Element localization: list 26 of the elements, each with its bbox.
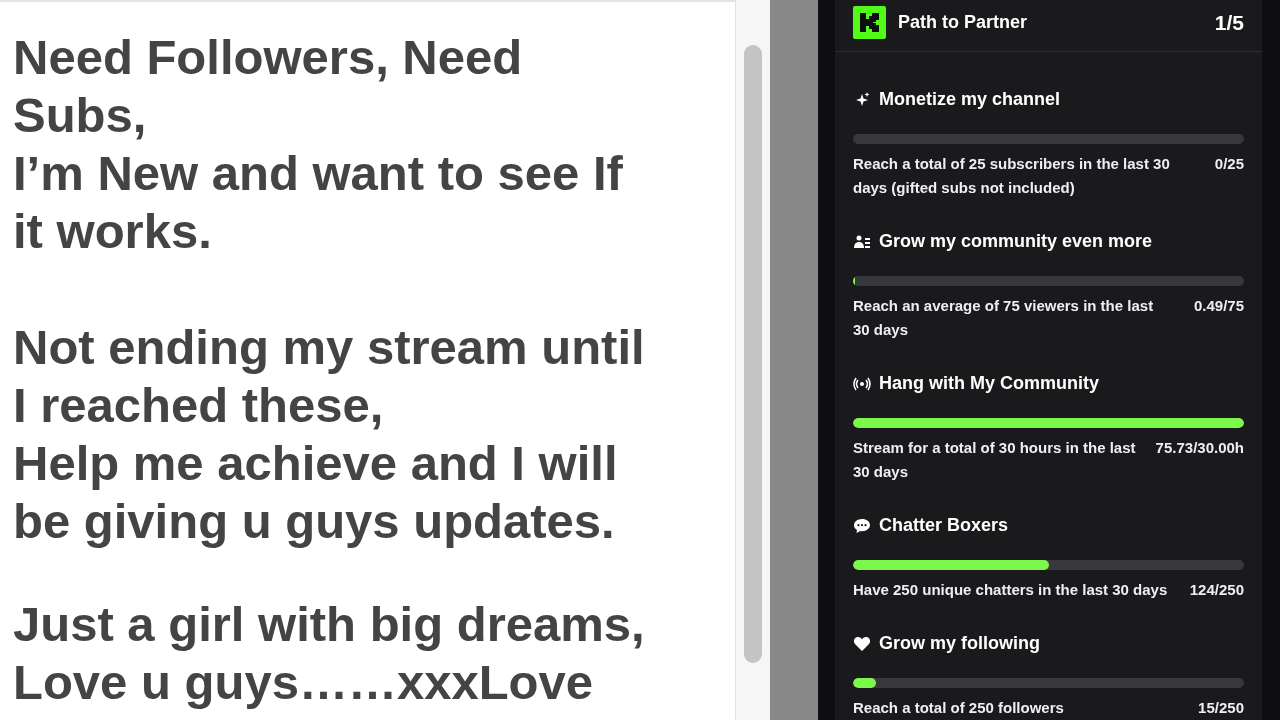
- scrollbar-thumb[interactable]: [744, 45, 762, 663]
- text-line: Just a girl with big dreams,: [13, 596, 645, 653]
- page-counter: 1/5: [1214, 9, 1244, 36]
- heart-icon: [853, 634, 871, 653]
- text-line: Subs,: [13, 87, 147, 144]
- text-line: Love u guys……xxxLove: [13, 654, 593, 711]
- panel-title: Path to Partner: [898, 11, 1028, 34]
- text-line: Need Followers, Need: [13, 29, 523, 86]
- goal-description: Reach a total of 250 followers: [853, 698, 1065, 718]
- logo-icon: [853, 6, 886, 39]
- goal-title: Grow my following: [879, 632, 1040, 655]
- text-line: Not ending my stream until: [13, 319, 645, 376]
- text-line: Help me achieve and I will: [13, 435, 618, 492]
- text-line: be giving u guys updates.: [13, 493, 615, 550]
- goal-title: Grow my community even more: [879, 230, 1153, 253]
- text-line: I reached these,: [13, 377, 384, 434]
- goal-title: Monetize my channel: [879, 88, 1061, 111]
- goal-description: Stream for a total of 30 hours in the last 30 days: [853, 438, 1136, 482]
- chat-bubble-icon: [853, 516, 871, 535]
- text-line: I’m New and want to see If: [13, 145, 623, 202]
- goal-description: Reach an average of 75 viewers in the last 30 days: [853, 296, 1155, 340]
- text-line: it works.: [13, 203, 212, 260]
- goal-description: Have 250 unique chatters in the last 30 days: [853, 580, 1169, 600]
- goal-description: Reach a total of 25 subscribers in the last 30 days (gifted subs not included): [853, 154, 1171, 198]
- goal-title: Hang with My Community: [879, 372, 1099, 395]
- goal-title: Chatter Boxers: [879, 514, 1009, 537]
